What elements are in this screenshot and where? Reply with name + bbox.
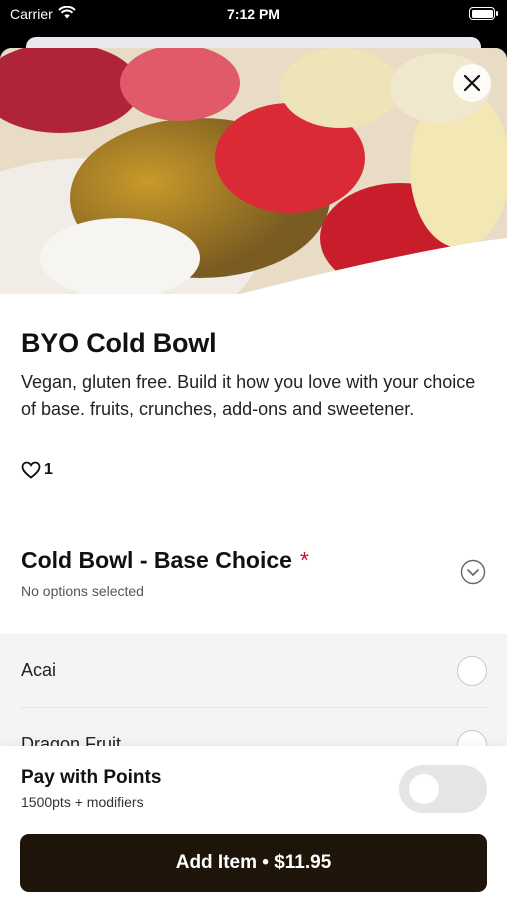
item-title: BYO Cold Bowl [21,328,217,358]
section-subtitle: No options selected [21,583,144,599]
required-mark: * [299,547,309,573]
toggle-knob [409,774,439,804]
close-button[interactable] [453,64,491,102]
like-count: 1 [44,461,53,478]
status-bar: Carrier 7:12 PM [0,0,507,30]
pay-with-points-toggle[interactable] [399,765,487,813]
heart-icon [21,461,41,479]
footer-bar: Pay with Points 1500pts + modifiers Add … [0,746,507,900]
points-title: Pay with Points [21,767,162,788]
chevron-down-icon [460,559,486,585]
option-radio[interactable] [457,656,487,686]
status-time: 7:12 PM [227,6,280,22]
close-icon [463,74,481,92]
option-label: Acai [21,660,57,680]
section-title-text: Cold Bowl - Base Choice [21,547,292,573]
like-button[interactable]: 1 [21,461,53,479]
add-item-button[interactable]: Add Item • $11.95 [20,834,487,892]
battery-icon [469,7,498,20]
item-photo [0,48,507,294]
option-row-acai[interactable]: Acai [21,634,487,708]
section-toggle-button[interactable] [460,559,486,585]
points-subtitle: 1500pts + modifiers [21,794,144,810]
item-description: Vegan, gluten free. Build it how you lov… [21,372,476,419]
section-title[interactable]: Cold Bowl - Base Choice * [21,547,309,574]
item-detail-sheet: BYO Cold Bowl Vegan, gluten free. Build … [0,48,507,900]
